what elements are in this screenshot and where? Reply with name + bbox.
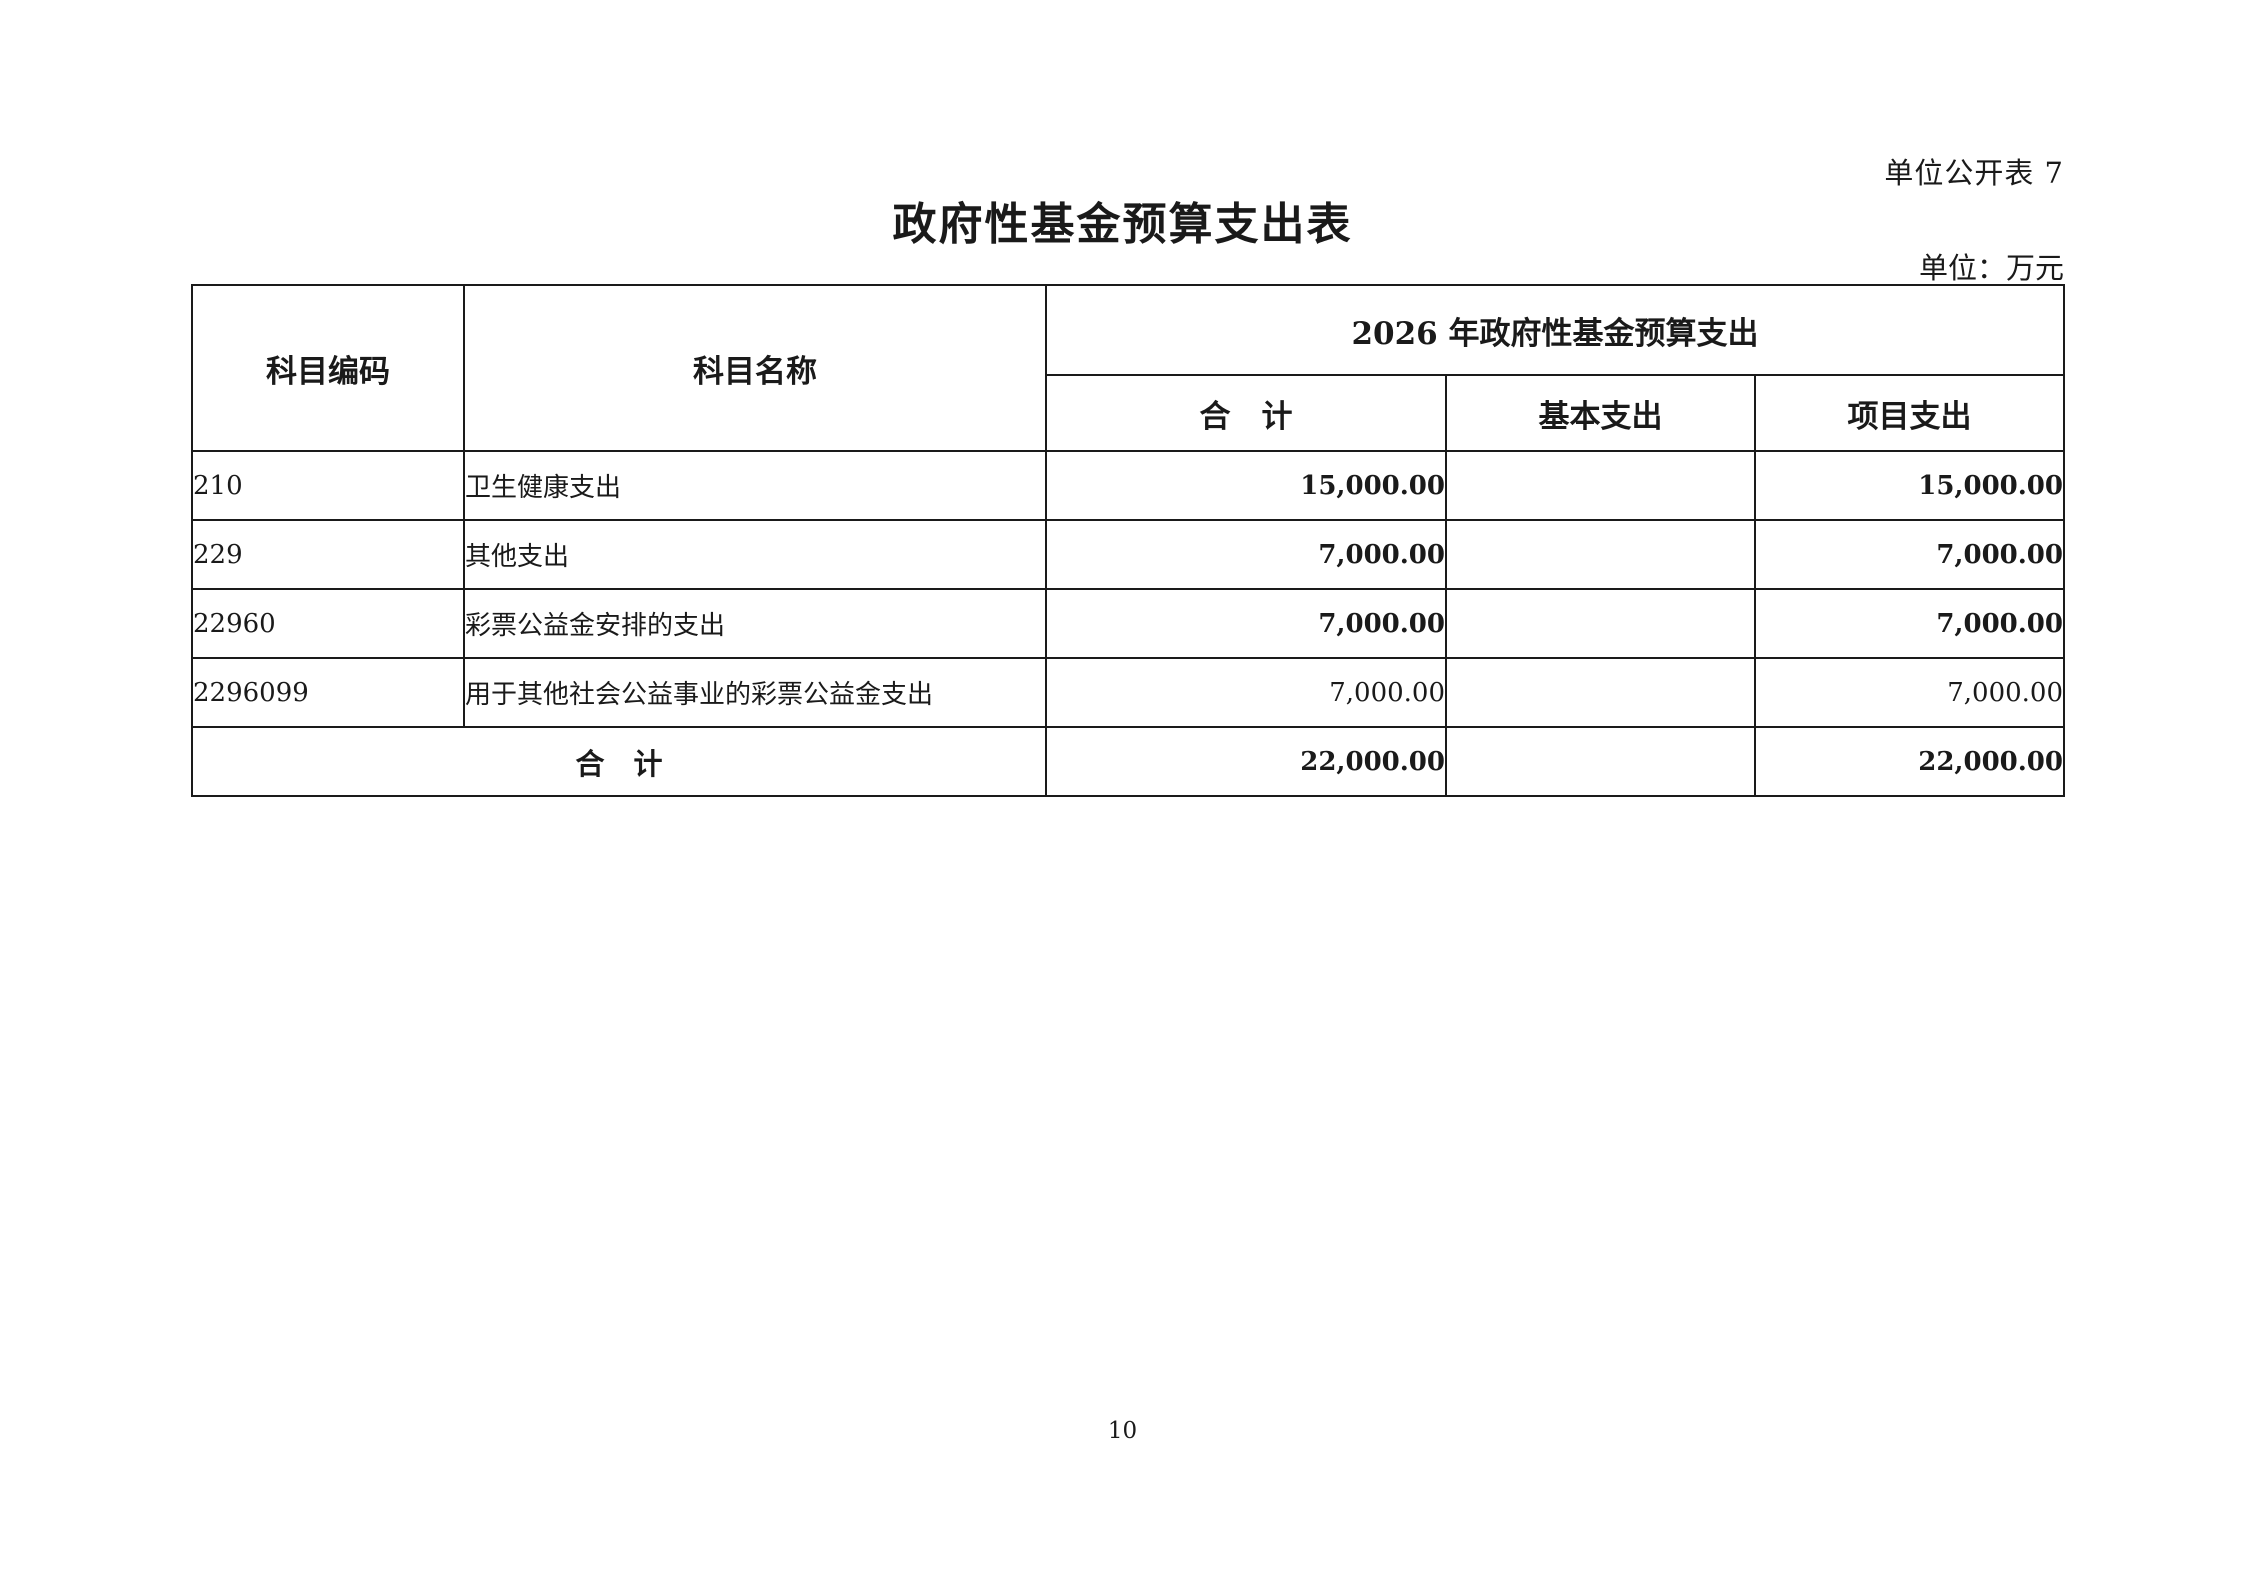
cell-basic	[1445, 450, 1756, 521]
total-basic	[1445, 726, 1756, 797]
table-row: 2296099 用于其他社会公益事业的彩票公益金支出 7,000.00 7,00…	[191, 657, 2065, 728]
cell-total: 15,000.00	[1045, 450, 1447, 521]
header-code: 科目编码	[191, 284, 465, 452]
header-group: 2026 年政府性基金预算支出	[1045, 284, 2065, 376]
page-number: 10	[1107, 1418, 1138, 1444]
header-project: 项目支出	[1754, 374, 2065, 452]
cell-code: 229	[191, 519, 465, 590]
cell-project: 7,000.00	[1754, 657, 2065, 728]
total-project: 22,000.00	[1754, 726, 2065, 797]
total-row: 合 计 22,000.00 22,000.00	[191, 726, 2065, 797]
cell-name: 卫生健康支出	[463, 450, 1047, 521]
cell-project: 7,000.00	[1754, 519, 2065, 590]
page-title: 政府性基金预算支出表	[892, 199, 1353, 250]
cell-name: 其他支出	[463, 519, 1047, 590]
unit-label: 单位：万元	[1918, 251, 2064, 285]
header-name: 科目名称	[463, 284, 1047, 452]
total-label: 合 计	[191, 726, 1047, 797]
cell-project: 15,000.00	[1754, 450, 2065, 521]
header-total: 合 计	[1045, 374, 1447, 452]
cell-total: 7,000.00	[1045, 588, 1447, 659]
cell-name: 彩票公益金安排的支出	[463, 588, 1047, 659]
cell-basic	[1445, 519, 1756, 590]
cell-total: 7,000.00	[1045, 657, 1447, 728]
table-row: 210 卫生健康支出 15,000.00 15,000.00	[191, 450, 2065, 521]
cell-basic	[1445, 588, 1756, 659]
budget-table: 科目编码 科目名称 2026 年政府性基金预算支出 合 计 基本支出 项目支出 …	[191, 284, 2065, 797]
cell-name: 用于其他社会公益事业的彩票公益金支出	[463, 657, 1047, 728]
cell-code: 210	[191, 450, 465, 521]
total-total: 22,000.00	[1045, 726, 1447, 797]
cell-code: 2296099	[191, 657, 465, 728]
table-number: 单位公开表 7	[1884, 156, 2064, 190]
cell-total: 7,000.00	[1045, 519, 1447, 590]
table-row: 22960 彩票公益金安排的支出 7,000.00 7,000.00	[191, 588, 2065, 659]
cell-basic	[1445, 657, 1756, 728]
table-row: 229 其他支出 7,000.00 7,000.00	[191, 519, 2065, 590]
header-basic: 基本支出	[1445, 374, 1756, 452]
cell-code: 22960	[191, 588, 465, 659]
cell-project: 7,000.00	[1754, 588, 2065, 659]
